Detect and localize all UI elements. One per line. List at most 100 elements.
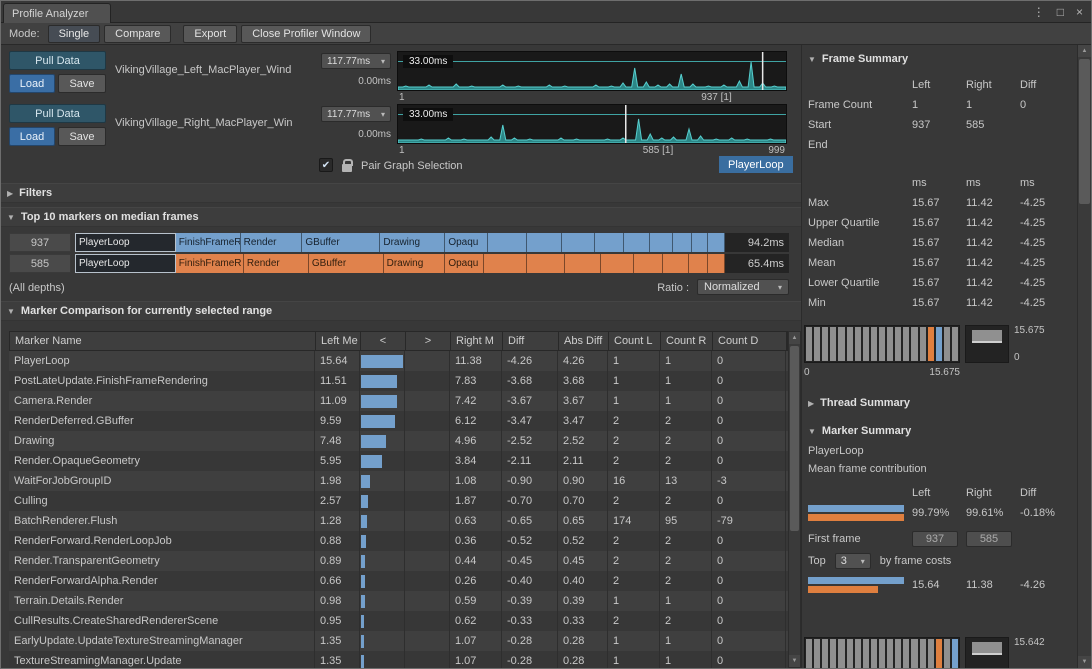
- marker-segment[interactable]: Render: [244, 254, 309, 273]
- table-row[interactable]: RenderForward.RenderLoopJob0.880.36-0.52…: [9, 531, 788, 551]
- pull-data-button-left[interactable]: Pull Data: [9, 51, 106, 70]
- marker-segment[interactable]: [634, 254, 663, 273]
- marker-segment[interactable]: [673, 233, 692, 252]
- marker-segment[interactable]: FinishFrameR: [176, 254, 244, 273]
- filters-section-header[interactable]: ▶ Filters: [1, 183, 801, 203]
- column-header[interactable]: Abs Diff: [559, 332, 609, 350]
- lock-icon[interactable]: [342, 164, 352, 172]
- load-button-right[interactable]: Load: [9, 127, 55, 146]
- histogram-bars[interactable]: [804, 325, 960, 363]
- table-row[interactable]: Render.TransparentGeometry0.890.44-0.450…: [9, 551, 788, 571]
- column-header[interactable]: <: [361, 332, 406, 350]
- marker-segment[interactable]: [562, 233, 594, 252]
- panel-scrollbar-thumb[interactable]: [1079, 59, 1090, 204]
- table-row[interactable]: BatchRenderer.Flush1.280.63-0.650.651749…: [9, 511, 788, 531]
- ratio-dropdown[interactable]: Normalized ▾: [697, 279, 789, 295]
- marker-summary-header[interactable]: ▼ Marker Summary: [808, 425, 911, 437]
- scroll-down-icon[interactable]: ▼: [1078, 656, 1091, 668]
- marker-segment[interactable]: [488, 233, 527, 252]
- table-scrollbar[interactable]: ▲ ▼: [788, 331, 801, 668]
- marker-segment[interactable]: FinishFrameR: [176, 233, 241, 252]
- top10-section-header[interactable]: ▼ Top 10 markers on median frames: [1, 207, 801, 227]
- pair-graph-selection-checkbox[interactable]: ✔: [319, 158, 333, 172]
- top10-row[interactable]: 937PlayerLoopFinishFrameRRenderGBufferDr…: [9, 233, 789, 252]
- marker-segment[interactable]: [663, 254, 689, 273]
- panel-scrollbar[interactable]: ▲ ▼: [1077, 45, 1091, 668]
- scroll-down-icon[interactable]: ▼: [789, 655, 800, 667]
- table-row[interactable]: EarlyUpdate.UpdateTextureStreamingManage…: [9, 631, 788, 651]
- range-max-dropdown-left[interactable]: 117.77ms ▾: [321, 53, 391, 69]
- marker-segment[interactable]: [692, 233, 708, 252]
- marker-segment[interactable]: [708, 254, 724, 273]
- selected-marker-chip[interactable]: PlayerLoop: [719, 156, 793, 173]
- window-tab[interactable]: Profile Analyzer: [3, 3, 111, 23]
- marker-segment[interactable]: [527, 254, 566, 273]
- scroll-up-icon[interactable]: ▲: [1078, 45, 1091, 57]
- table-row[interactable]: Terrain.Details.Render0.980.59-0.390.391…: [9, 591, 788, 611]
- marker-segment[interactable]: [601, 254, 633, 273]
- mode-single-button[interactable]: Single: [48, 25, 101, 43]
- maximize-icon[interactable]: □: [1057, 5, 1064, 19]
- close-icon[interactable]: ×: [1076, 5, 1083, 19]
- range-max-dropdown-right[interactable]: 117.77ms ▾: [321, 106, 391, 122]
- table-row[interactable]: PlayerLoop15.6411.38-4.264.26110: [9, 351, 788, 371]
- top10-row[interactable]: 585PlayerLoopFinishFrameRRenderGBufferDr…: [9, 254, 789, 273]
- marker-segment[interactable]: [650, 233, 673, 252]
- marker-segment[interactable]: [565, 254, 601, 273]
- marker-segment[interactable]: [708, 233, 724, 252]
- table-row[interactable]: Render.OpaqueGeometry5.953.84-2.112.1122…: [9, 451, 788, 471]
- table-row[interactable]: RenderDeferred.GBuffer9.596.12-3.473.472…: [9, 411, 788, 431]
- frame-time-graph-left[interactable]: 33.00ms: [397, 51, 787, 91]
- column-header[interactable]: Count L: [609, 332, 661, 350]
- column-header[interactable]: >: [406, 332, 451, 350]
- histogram-bars[interactable]: [804, 637, 960, 669]
- table-row[interactable]: CullResults.CreateSharedRendererScene0.9…: [9, 611, 788, 631]
- table-row[interactable]: WaitForJobGroupID1.981.08-0.900.901613-3: [9, 471, 788, 491]
- column-header[interactable]: Diff: [503, 332, 559, 350]
- marker-segment[interactable]: Drawing: [380, 233, 445, 252]
- menu-icon[interactable]: ⋮: [1033, 5, 1045, 19]
- column-header[interactable]: Count D: [713, 332, 787, 350]
- column-header[interactable]: Marker Name: [10, 332, 316, 350]
- export-button[interactable]: Export: [183, 25, 237, 43]
- column-header[interactable]: Count R: [661, 332, 713, 350]
- marker-segment[interactable]: [527, 233, 563, 252]
- frame-time-graph-right[interactable]: 33.00ms: [397, 104, 787, 144]
- table-row[interactable]: TextureStreamingManager.Update1.351.07-0…: [9, 651, 788, 668]
- comparison-section-header[interactable]: ▼ Marker Comparison for currently select…: [1, 301, 801, 321]
- mode-compare-button[interactable]: Compare: [104, 25, 171, 43]
- save-button-left[interactable]: Save: [58, 74, 106, 93]
- column-header[interactable]: Left Me: [316, 332, 361, 350]
- top-n-dropdown[interactable]: 3 ▾: [835, 553, 871, 569]
- table-row[interactable]: Camera.Render11.097.42-3.673.67110: [9, 391, 788, 411]
- table-row[interactable]: Drawing7.484.96-2.522.52220: [9, 431, 788, 451]
- marker-segment[interactable]: [595, 233, 624, 252]
- first-frame-left-button[interactable]: 937: [912, 531, 958, 547]
- table-row[interactable]: Culling2.571.87-0.700.70220: [9, 491, 788, 511]
- marker-segment[interactable]: [624, 233, 650, 252]
- thread-summary-header[interactable]: ▶ Thread Summary: [808, 397, 910, 409]
- marker-segment[interactable]: GBuffer: [302, 233, 380, 252]
- marker-segment[interactable]: Render: [241, 233, 303, 252]
- frame-number-chip[interactable]: 937: [9, 233, 71, 252]
- marker-segment[interactable]: Opaqu: [445, 254, 484, 273]
- table-row[interactable]: RenderForwardAlpha.Render0.660.26-0.400.…: [9, 571, 788, 591]
- marker-segment[interactable]: Drawing: [384, 254, 446, 273]
- marker-segment[interactable]: PlayerLoop: [75, 254, 176, 273]
- frame-number-chip[interactable]: 585: [9, 254, 71, 273]
- close-profiler-window-button[interactable]: Close Profiler Window: [241, 25, 371, 43]
- marker-segment[interactable]: Opaqu: [445, 233, 487, 252]
- first-frame-right-button[interactable]: 585: [966, 531, 1012, 547]
- save-button-right[interactable]: Save: [58, 127, 106, 146]
- pull-data-button-right[interactable]: Pull Data: [9, 104, 106, 123]
- table-scrollbar-thumb[interactable]: [790, 346, 799, 531]
- load-button-left[interactable]: Load: [9, 74, 55, 93]
- column-header[interactable]: Right M: [451, 332, 503, 350]
- marker-segment[interactable]: [484, 254, 526, 273]
- scroll-up-icon[interactable]: ▲: [789, 332, 800, 344]
- frame-summary-header[interactable]: ▼ Frame Summary: [808, 53, 908, 65]
- marker-segment[interactable]: PlayerLoop: [75, 233, 176, 252]
- marker-segment[interactable]: [689, 254, 708, 273]
- table-row[interactable]: PostLateUpdate.FinishFrameRendering11.51…: [9, 371, 788, 391]
- marker-segment[interactable]: GBuffer: [309, 254, 384, 273]
